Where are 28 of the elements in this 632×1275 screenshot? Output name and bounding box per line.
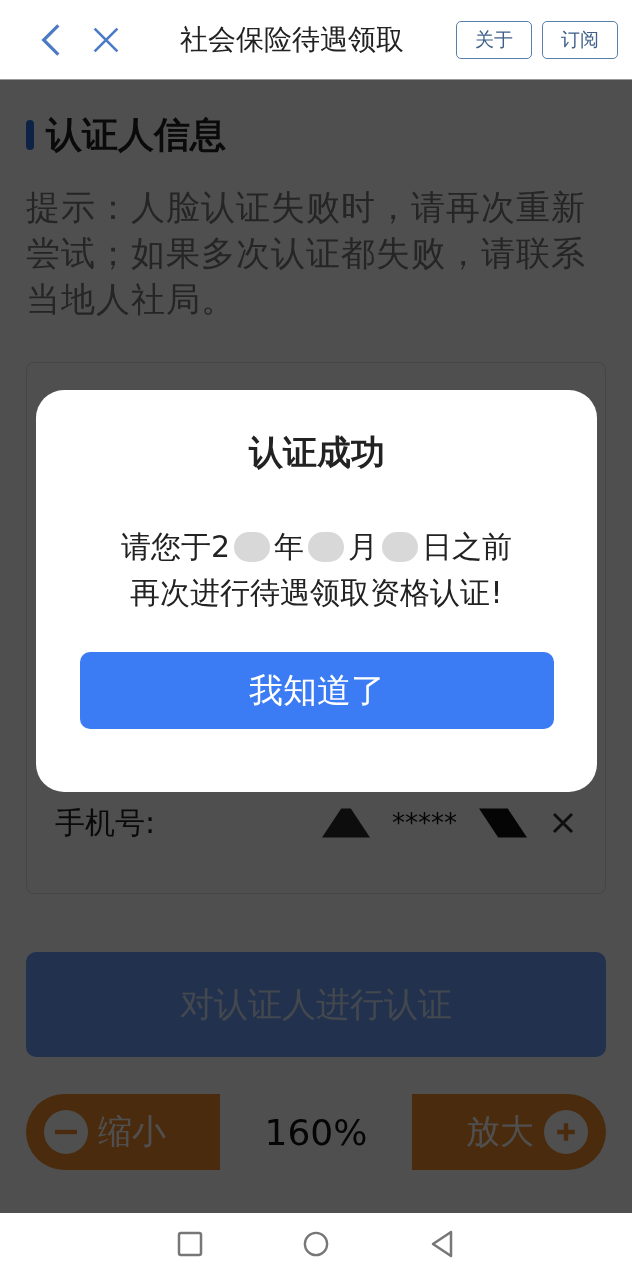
close-icon[interactable]: [92, 25, 120, 54]
redaction-mark: [322, 808, 370, 838]
header-button[interactable]: 关于: [456, 20, 532, 59]
message-text: 日之前: [422, 528, 513, 566]
field-label: 手机号:: [55, 803, 156, 842]
minus-icon: [44, 1110, 88, 1154]
redaction-blur: [382, 532, 419, 562]
message-text: 再次进行待遇领取资格认证!: [130, 574, 503, 612]
confirm-button[interactable]: 我知道了: [79, 652, 554, 729]
phone-value: *****: [392, 808, 457, 838]
zoom-level: 160%: [220, 1094, 412, 1170]
message-text: 年: [274, 528, 305, 566]
back-nav-icon[interactable]: [429, 1230, 455, 1258]
recent-apps-icon[interactable]: [177, 1230, 203, 1258]
redaction-blur: [308, 532, 345, 562]
home-icon[interactable]: [303, 1230, 329, 1258]
back-icon[interactable]: [40, 22, 62, 57]
page-title: 社会保险待遇领取: [180, 21, 404, 58]
dialog-title: 认证成功: [248, 431, 385, 474]
clear-icon[interactable]: [551, 811, 575, 835]
section-heading: 认证人信息: [46, 112, 226, 157]
message-text: 月: [348, 528, 379, 566]
header-button[interactable]: 订阅: [542, 20, 618, 59]
plus-icon: [544, 1110, 588, 1154]
message-text: 请您于2: [120, 528, 231, 566]
heading-marker: [26, 120, 34, 150]
redaction-blur: [234, 532, 271, 562]
redaction-mark: [479, 808, 527, 838]
